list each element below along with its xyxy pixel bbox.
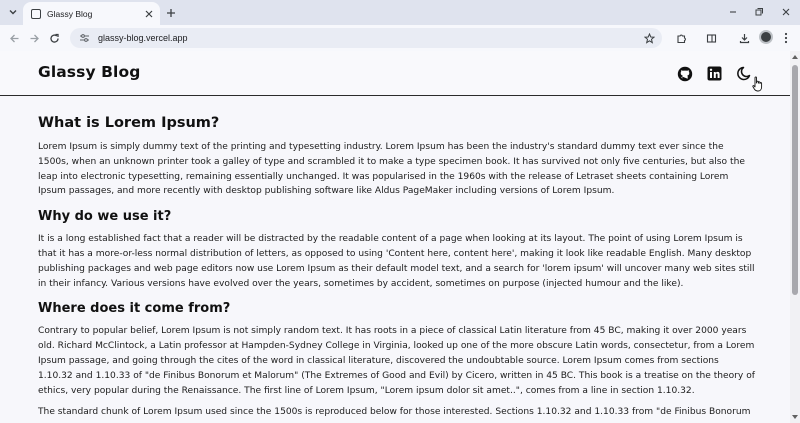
address-bar[interactable]: glassy-blog.vercel.app — [70, 28, 662, 48]
close-icon[interactable] — [778, 4, 794, 20]
tab-title: Glassy Blog — [47, 8, 93, 19]
tab-strip: Glassy Blog — [0, 0, 800, 25]
section-heading: What is Lorem Ipsum? — [38, 115, 220, 131]
github-icon[interactable] — [676, 65, 693, 82]
page-viewport: Glassy Blog What is Lorem Ipsum? Lorem I… — [0, 51, 790, 423]
scroll-up-arrow-icon[interactable] — [792, 55, 798, 59]
section-body: The standard chunk of Lorem Ipsum used s… — [38, 407, 751, 418]
section-heading: Where does it come from? — [38, 301, 231, 317]
article: What is Lorem Ipsum? Lorem Ipsum is simp… — [38, 114, 756, 420]
chevron-down-icon[interactable] — [5, 4, 21, 20]
section-body: Contrary to popular belief, Lorem Ipsum … — [38, 326, 755, 396]
vertical-scrollbar[interactable] — [790, 51, 800, 423]
section-body: It is a long established fact that a rea… — [38, 234, 755, 289]
restore-icon[interactable] — [751, 4, 767, 20]
tune-icon[interactable] — [78, 32, 90, 44]
section-heading: Why do we use it? — [38, 209, 172, 225]
minimize-icon[interactable] — [725, 4, 741, 20]
site-header: Glassy Blog — [0, 51, 790, 96]
star-icon[interactable] — [642, 31, 656, 45]
scroll-down-arrow-icon[interactable] — [792, 415, 798, 419]
close-icon[interactable] — [142, 7, 156, 21]
download-icon[interactable] — [736, 30, 752, 46]
avatar-icon[interactable] — [759, 30, 773, 44]
back-arrow-icon[interactable] — [6, 30, 22, 46]
section-body: Lorem Ipsum is simply dummy text of the … — [38, 142, 745, 197]
puzzle-icon[interactable] — [673, 30, 689, 46]
moon-icon[interactable] — [736, 65, 753, 82]
browser-tab[interactable]: Glassy Blog — [23, 2, 160, 25]
cursor-icon — [752, 76, 763, 92]
scrollbar-thumb[interactable] — [792, 65, 798, 295]
page-icon — [31, 8, 41, 19]
reload-icon[interactable] — [46, 30, 62, 46]
kebab-menu-icon[interactable] — [778, 30, 794, 46]
side-panel-icon[interactable] — [703, 30, 719, 46]
plus-icon[interactable] — [163, 5, 178, 20]
linkedin-icon[interactable] — [706, 65, 723, 82]
url-text: glassy-blog.vercel.app — [98, 33, 188, 43]
browser-toolbar: glassy-blog.vercel.app — [0, 25, 800, 51]
site-brand[interactable]: Glassy Blog — [38, 63, 140, 81]
forward-arrow-icon[interactable] — [26, 30, 42, 46]
